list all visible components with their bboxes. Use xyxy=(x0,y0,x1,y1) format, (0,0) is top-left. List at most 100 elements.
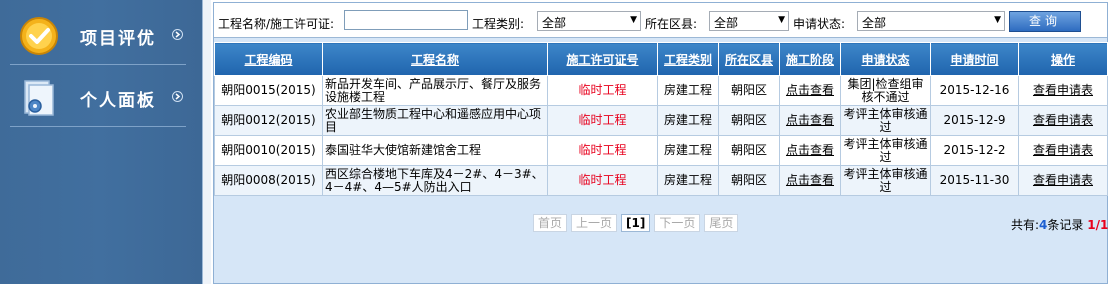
permit-value: 临时工程 xyxy=(578,143,627,157)
cell-district: 朝阳区 xyxy=(718,165,780,196)
search-bar: 工程名称/施工许可证: 工程类别: 全部 ▼ 所在区县: 全部 ▼ 申请状态: … xyxy=(214,3,1107,38)
sidebar-item-project-evaluation[interactable]: 项目评优 xyxy=(0,4,202,66)
gold-badge-checkmark-icon xyxy=(20,17,58,55)
cell-date: 2015-12-9 xyxy=(930,105,1019,136)
view-stage-link[interactable]: 点击查看 xyxy=(786,143,834,157)
document-gear-icon xyxy=(24,80,54,116)
dropdown-arrow-icon: ▼ xyxy=(994,15,1001,25)
sidebar-item-label: 个人面板 xyxy=(80,91,156,111)
cell-status: 考评主体审核通过 xyxy=(840,165,931,196)
cell-permit: 临时工程 xyxy=(547,105,658,136)
column-header-district[interactable]: 所在区县 xyxy=(718,42,780,76)
status-select[interactable]: 全部 ▼ xyxy=(857,11,1005,31)
chevron-right-icon xyxy=(172,91,183,102)
cell-date: 2015-11-30 xyxy=(930,165,1019,196)
prev-page-button[interactable]: 上一页 xyxy=(571,214,618,232)
table-header-row: 工程编码 工程名称 施工许可证号 工程类别 所在区县 施工阶段 申请状态 申请时… xyxy=(214,42,1108,76)
query-button[interactable]: 查询 xyxy=(1009,11,1081,32)
record-summary: 共有:4条记录 1/1 xyxy=(1011,216,1108,233)
cell-code: 朝阳0015(2015) xyxy=(214,75,323,106)
table-row: 朝阳0008(2015) 西区综合楼地下车库及4－2#、4－3#、4－4#、4—… xyxy=(214,165,1108,196)
main-content: 工程名称/施工许可证: 工程类别: 全部 ▼ 所在区县: 全部 ▼ 申请状态: … xyxy=(211,0,1110,284)
cell-date: 2015-12-2 xyxy=(930,135,1019,166)
view-stage-link[interactable]: 点击查看 xyxy=(786,113,834,127)
cell-type: 房建工程 xyxy=(657,75,719,106)
cell-stage: 点击查看 xyxy=(779,165,841,196)
project-name-input[interactable] xyxy=(344,10,468,30)
sidebar-item-personal-panel[interactable]: 个人面板 xyxy=(0,66,202,128)
sidebar-divider xyxy=(10,126,186,127)
permit-value: 临时工程 xyxy=(578,113,627,127)
view-application-link[interactable]: 查看申请表 xyxy=(1033,113,1093,127)
cell-status: 考评主体审核通过 xyxy=(840,135,931,166)
district-label: 所在区县: xyxy=(645,17,698,31)
view-stage-link[interactable]: 点击查看 xyxy=(786,173,834,187)
column-header-permit[interactable]: 施工许可证号 xyxy=(547,42,658,76)
sidebar: 项目评优 个人面板 xyxy=(0,0,202,284)
column-header-action: 操作 xyxy=(1018,42,1108,76)
pagination: 首页 上一页 [1] 下一页 尾页 xyxy=(533,214,742,232)
current-page-indicator[interactable]: [1] xyxy=(621,214,651,232)
cell-stage: 点击查看 xyxy=(779,105,841,136)
cell-name: 新品开发车间、产品展示厅、餐厅及服务设施楼工程 xyxy=(322,75,548,106)
project-type-select[interactable]: 全部 ▼ xyxy=(537,11,641,31)
column-header-code[interactable]: 工程编码 xyxy=(214,42,323,76)
permit-value: 临时工程 xyxy=(578,83,627,97)
column-header-status: 申请状态 xyxy=(840,42,931,76)
cell-district: 朝阳区 xyxy=(718,135,780,166)
cell-status: 集团|检查组审核不通过 xyxy=(840,75,931,106)
cell-permit: 临时工程 xyxy=(547,75,658,106)
cell-district: 朝阳区 xyxy=(718,105,780,136)
column-header-stage[interactable]: 施工阶段 xyxy=(779,42,841,76)
cell-name: 农业部生物质工程中心和遥感应用中心项目 xyxy=(322,105,548,136)
view-application-link[interactable]: 查看申请表 xyxy=(1033,83,1093,97)
cell-date: 2015-12-16 xyxy=(930,75,1019,106)
view-stage-link[interactable]: 点击查看 xyxy=(786,83,834,97)
cell-action: 查看申请表 xyxy=(1018,165,1108,196)
cell-type: 房建工程 xyxy=(657,105,719,136)
cell-status: 考评主体审核通过 xyxy=(840,105,931,136)
cell-code: 朝阳0010(2015) xyxy=(214,135,323,166)
table-row: 朝阳0015(2015) 新品开发车间、产品展示厅、餐厅及服务设施楼工程 临时工… xyxy=(214,75,1108,106)
cell-action: 查看申请表 xyxy=(1018,105,1108,136)
total-suffix: 条记录 xyxy=(1047,218,1084,232)
cell-type: 房建工程 xyxy=(657,165,719,196)
total-prefix: 共有: xyxy=(1011,218,1040,232)
dropdown-arrow-icon: ▼ xyxy=(778,15,785,25)
sidebar-splitter[interactable] xyxy=(202,0,211,284)
cell-name: 西区综合楼地下车库及4－2#、4－3#、4－4#、4—5#人防出入口 xyxy=(322,165,548,196)
first-page-button[interactable]: 首页 xyxy=(533,214,568,232)
sidebar-divider xyxy=(10,64,186,65)
status-label: 申请状态: xyxy=(793,17,846,31)
cell-permit: 临时工程 xyxy=(547,135,658,166)
status-value: 全部 xyxy=(862,16,887,30)
project-name-label: 工程名称/施工许可证: xyxy=(218,17,335,31)
last-page-button[interactable]: 尾页 xyxy=(704,214,739,232)
cell-stage: 点击查看 xyxy=(779,75,841,106)
cell-action: 查看申请表 xyxy=(1018,135,1108,166)
project-type-value: 全部 xyxy=(542,16,567,30)
district-select[interactable]: 全部 ▼ xyxy=(709,11,789,31)
results-table: 工程编码 工程名称 施工许可证号 工程类别 所在区县 施工阶段 申请状态 申请时… xyxy=(214,42,1108,196)
list-panel: 工程名称/施工许可证: 工程类别: 全部 ▼ 所在区县: 全部 ▼ 申请状态: … xyxy=(213,2,1108,284)
cell-action: 查看申请表 xyxy=(1018,75,1108,106)
chevron-right-icon xyxy=(172,29,183,40)
permit-value: 临时工程 xyxy=(578,173,627,187)
table-row: 朝阳0012(2015) 农业部生物质工程中心和遥感应用中心项目 临时工程 房建… xyxy=(214,105,1108,136)
cell-code: 朝阳0008(2015) xyxy=(214,165,323,196)
table-row: 朝阳0010(2015) 泰国驻华大使馆新建馆舍工程 临时工程 房建工程 朝阳区… xyxy=(214,135,1108,166)
cell-stage: 点击查看 xyxy=(779,135,841,166)
dropdown-arrow-icon: ▼ xyxy=(630,15,637,25)
cell-permit: 临时工程 xyxy=(547,165,658,196)
cell-code: 朝阳0012(2015) xyxy=(214,105,323,136)
column-header-type[interactable]: 工程类别 xyxy=(657,42,719,76)
next-page-button[interactable]: 下一页 xyxy=(654,214,701,232)
column-header-name[interactable]: 工程名称 xyxy=(322,42,548,76)
project-type-label: 工程类别: xyxy=(472,17,525,31)
view-application-link[interactable]: 查看申请表 xyxy=(1033,143,1093,157)
column-header-date: 申请时间 xyxy=(930,42,1019,76)
cell-name: 泰国驻华大使馆新建馆舍工程 xyxy=(322,135,548,166)
cell-district: 朝阳区 xyxy=(718,75,780,106)
page-info: 1/1 xyxy=(1087,218,1109,232)
view-application-link[interactable]: 查看申请表 xyxy=(1033,173,1093,187)
